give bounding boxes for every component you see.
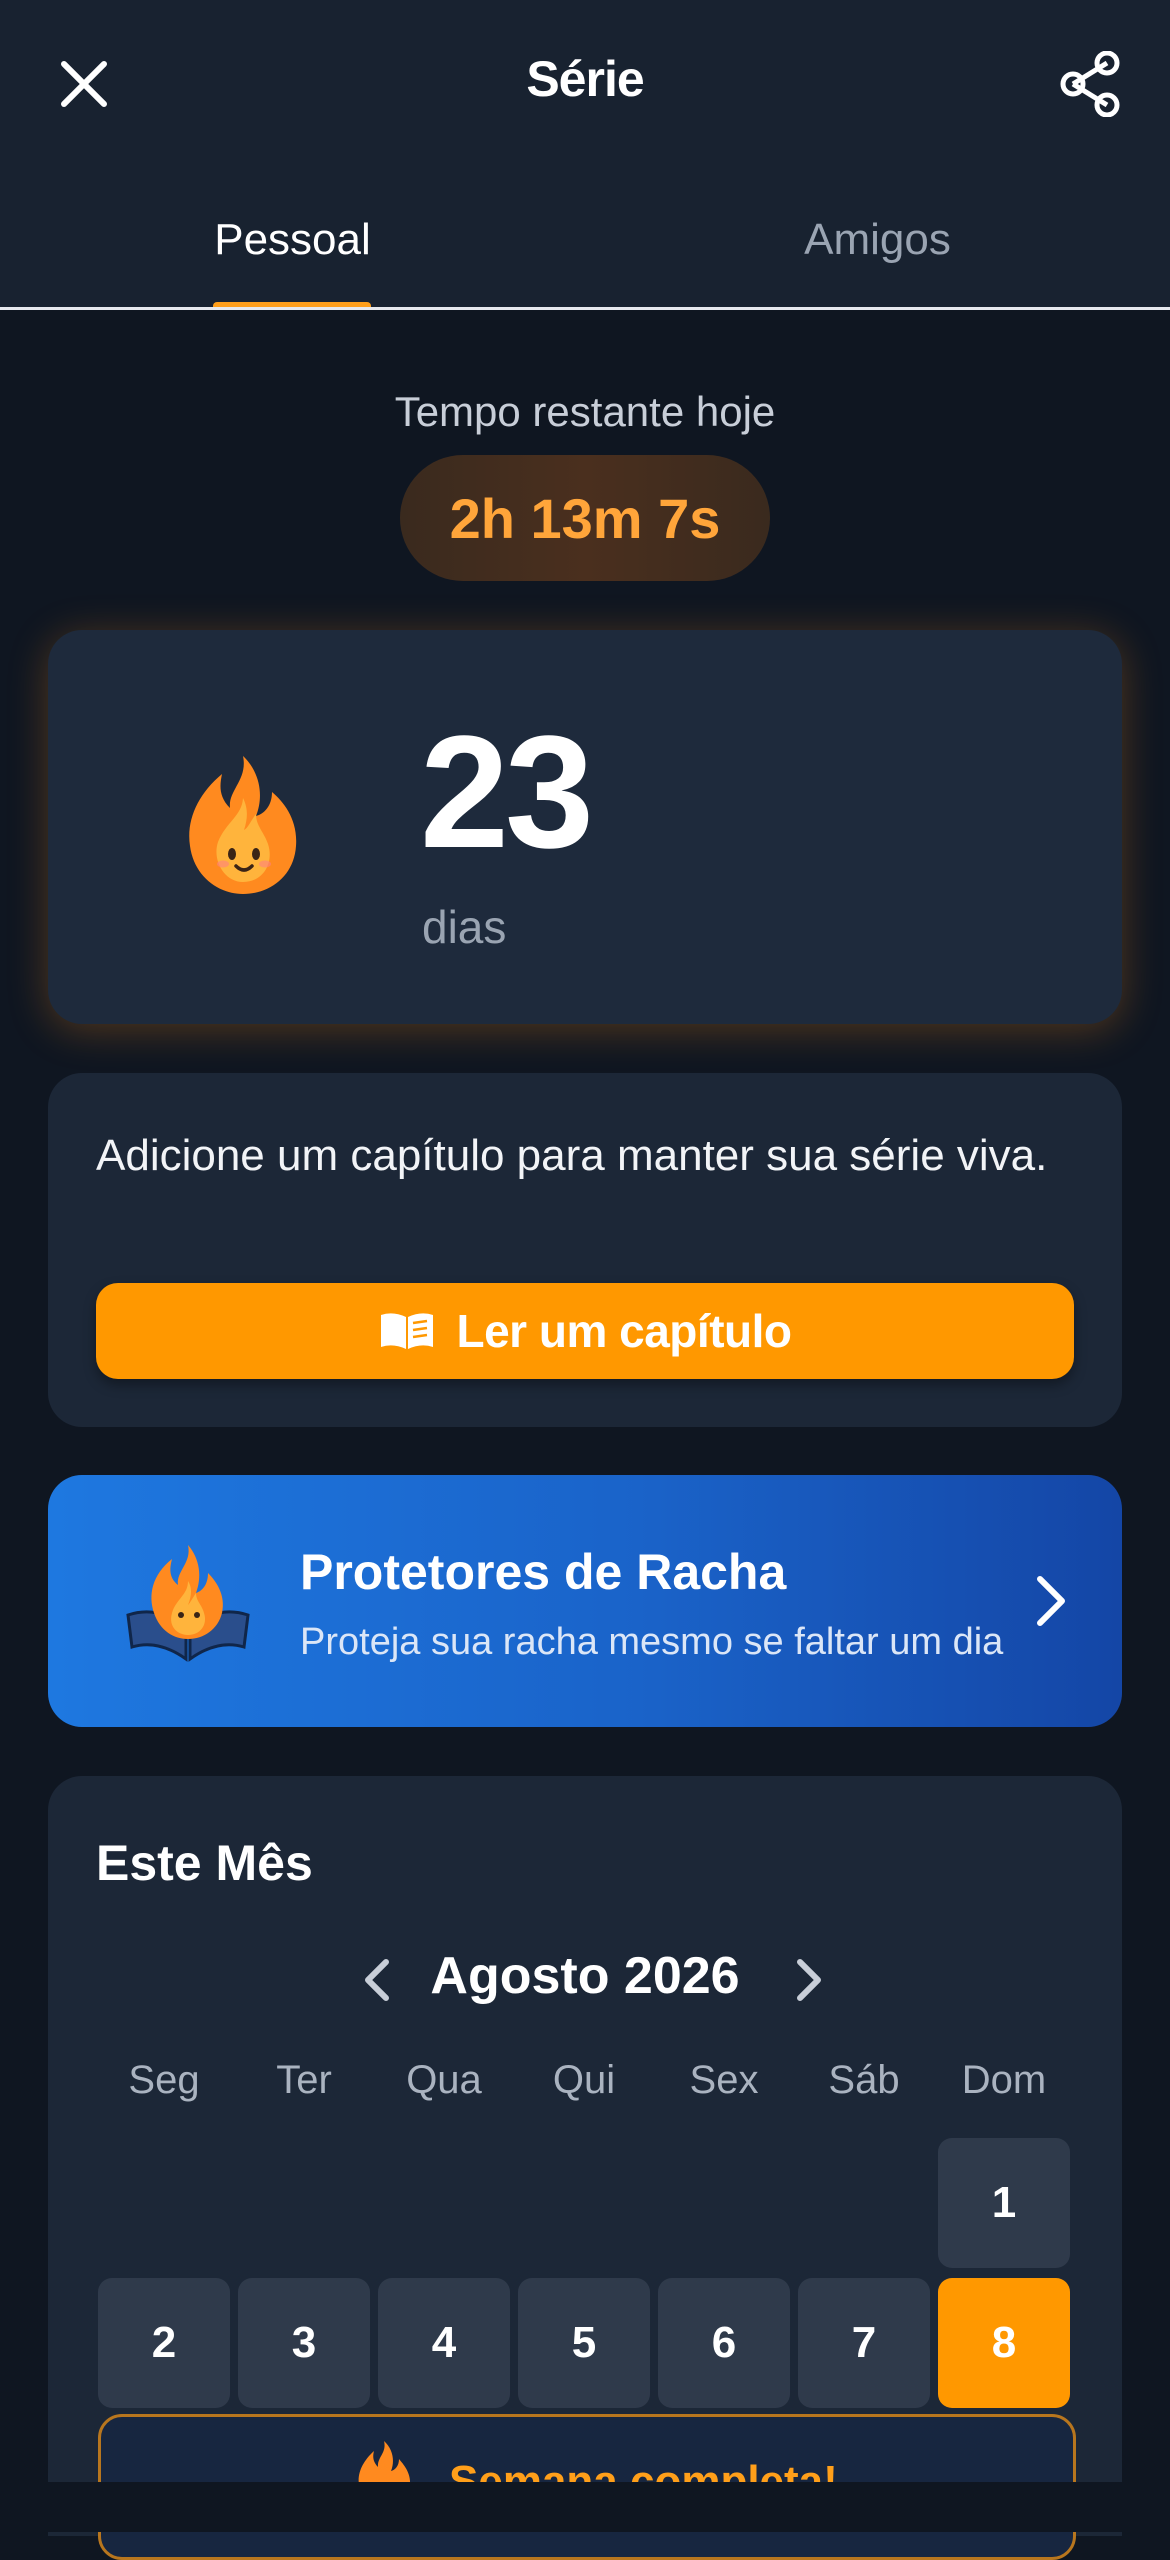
- flame-icon: [189, 756, 297, 894]
- month-label: Agosto 2026: [430, 1947, 740, 2005]
- streak-unit: dias: [422, 901, 507, 953]
- share-button[interactable]: [1040, 40, 1140, 128]
- tab-personal[interactable]: Pessoal: [0, 215, 585, 265]
- streak-count: 23: [420, 702, 594, 881]
- time-remaining-label: Tempo restante hoje: [394, 388, 776, 435]
- book-icon: [380, 1313, 433, 1349]
- streak-protectors-card[interactable]: Protetores de Racha Proteja sua racha me…: [48, 1475, 1122, 1727]
- time-remaining-value: 2h 13m 7s: [449, 486, 721, 550]
- calendar-day[interactable]: 7: [798, 2278, 930, 2408]
- weekday-header: Seg Ter Qua Qui Sex Sáb Dom: [98, 2058, 1078, 2118]
- tab-friends[interactable]: Amigos: [585, 215, 1170, 265]
- streak-card: 23 dias: [48, 630, 1122, 1024]
- page-title: Série: [526, 51, 644, 107]
- weekday-fri: Sex: [689, 2058, 759, 2102]
- streak-protectors-title: Protetores de Racha: [300, 1544, 787, 1600]
- read-chapter-label: Ler um capítulo: [456, 1305, 792, 1357]
- calendar-day[interactable]: 2: [98, 2278, 230, 2408]
- calendar-day[interactable]: 1: [938, 2138, 1070, 2268]
- weekday-thu: Qui: [552, 2058, 616, 2102]
- weekday-sat: Sáb: [828, 2058, 900, 2102]
- tab-bar: Pessoal Amigos: [0, 190, 1170, 310]
- monthly-calendar-card: Este Mês Agosto 2026 Seg Ter Qua Qui Sex…: [48, 1776, 1122, 2560]
- streak-protectors-subtitle: Proteja sua racha mesmo se faltar um dia: [300, 1621, 1004, 1663]
- time-remaining-badge: 2h 13m 7s: [400, 455, 770, 581]
- weekday-mon: Seg: [128, 2058, 200, 2102]
- calendar-day[interactable]: 3: [238, 2278, 370, 2408]
- month-navigation: Agosto 2026: [48, 1942, 1122, 2022]
- header-divider: [0, 307, 1170, 310]
- top-bar: Série Pessoal Amigos: [0, 0, 1170, 310]
- flame-book-icon: [126, 1545, 250, 1662]
- read-chapter-button[interactable]: Ler um capítulo: [96, 1283, 1074, 1379]
- chevron-right-icon[interactable]: [778, 1950, 838, 2010]
- chevron-right-icon: [1037, 1576, 1065, 1626]
- month-section-title: Este Mês: [96, 1835, 313, 1891]
- calendar-day[interactable]: 4: [378, 2278, 510, 2408]
- weekday-sun: Dom: [961, 2058, 1047, 2102]
- weekday-wed: Qua: [406, 2058, 482, 2102]
- calendar-day[interactable]: 5: [518, 2278, 650, 2408]
- weekday-tue: Ter: [276, 2058, 332, 2102]
- share-icon: [1060, 51, 1120, 117]
- calendar-day[interactable]: 6: [658, 2278, 790, 2408]
- keep-streak-message: Adicione um capítulo para manter sua sér…: [96, 1131, 1048, 1180]
- calendar-day-today[interactable]: 8: [938, 2278, 1070, 2408]
- bottom-edge: [0, 2482, 1170, 2532]
- keep-streak-card: Adicione um capítulo para manter sua sér…: [48, 1073, 1122, 1427]
